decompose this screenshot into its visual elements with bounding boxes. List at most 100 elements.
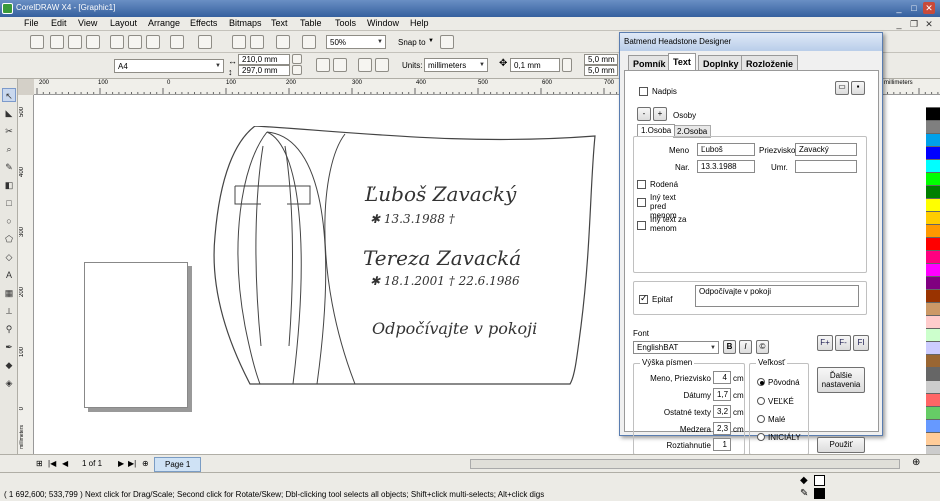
palette-swatch[interactable] [926,329,940,342]
doc-nav-icon[interactable]: ⊞ [36,459,43,468]
previous-page-icon[interactable]: ◀ [62,459,68,468]
nudge-distance-field[interactable]: 0,1 mm [510,58,560,72]
menu-help[interactable]: Help [410,18,429,28]
menu-file[interactable]: File [24,18,39,28]
copy-icon[interactable] [128,35,142,49]
velkost-male-radio[interactable] [757,415,765,423]
headstone-name-2[interactable]: Tereza Zavacká [363,246,521,270]
table-tool-icon[interactable]: ▦ [2,286,16,300]
text-tool-icon[interactable]: A [2,268,16,282]
tab-doplnky[interactable]: Doplnky [698,55,744,71]
headstone-epitaph[interactable]: Odpočívajte v pokoji [372,319,537,338]
print-icon[interactable] [86,35,100,49]
velkost-povodna-radio[interactable] [757,378,765,386]
palette-swatch[interactable] [926,355,940,368]
menu-text[interactable]: Text [271,18,288,28]
tab-osoba-1[interactable]: 1.Osoba [637,124,676,136]
palette-swatch[interactable] [926,186,940,199]
palette-swatch[interactable] [926,316,940,329]
add-page-icon[interactable]: ⊕ [142,459,149,468]
narodenie-input[interactable]: 13.3.1988 [697,160,755,173]
palette-swatch[interactable] [926,394,940,407]
landscape-icon[interactable] [333,58,347,72]
height-ostatne-input[interactable]: 3,2 [713,405,731,418]
units-select[interactable]: millimeters ▼ [424,58,488,72]
export-icon[interactable] [250,35,264,49]
horizontal-scrollbar[interactable] [470,459,900,469]
import-icon[interactable] [232,35,246,49]
doc-minimize-icon[interactable]: _ [893,18,905,30]
font-select[interactable]: EnglishBAT ▼ [633,341,719,354]
font-plus-icon[interactable]: F+ [817,335,833,351]
zoom-navigator-icon[interactable]: ⊕ [912,457,920,468]
meno-input[interactable]: Ľuboš [697,143,755,156]
palette-swatch[interactable] [926,121,940,134]
all-pages-icon[interactable] [358,58,372,72]
iny-text-pred-checkbox[interactable] [637,198,646,207]
font-reset-icon[interactable]: FI [853,335,869,351]
eyedropper-tool-icon[interactable]: ⚲ [2,322,16,336]
menu-arrange[interactable]: Arrange [148,18,180,28]
portrait-icon[interactable] [316,58,330,72]
fill-tool-icon[interactable]: ◆ [2,358,16,372]
doc-close-icon[interactable]: ✕ [923,18,935,30]
duplicate-distance-y-field[interactable]: 5,0 mm [584,65,618,76]
palette-swatch[interactable] [926,134,940,147]
doc-restore-icon[interactable]: ❐ [908,18,920,30]
pouzit-button[interactable]: Použiť [817,437,865,453]
palette-swatch[interactable] [926,420,940,433]
snap-to-dropdown[interactable]: Snap to [398,38,426,47]
epitaf-checkbox[interactable] [639,293,648,304]
roztiahnutie-input[interactable]: 1 [713,438,731,451]
medzera-input[interactable]: 2,3 [713,422,731,435]
vertical-ruler[interactable]: 500 400 300 200 100 0 millimeters [18,95,34,454]
palette-swatch[interactable] [926,199,940,212]
nadpis-checkbox[interactable] [639,87,648,96]
palette-swatch[interactable] [926,160,940,173]
welcome-screen-icon[interactable] [302,35,316,49]
duplicate-distance-x-field[interactable]: 5,0 mm [584,54,618,65]
fill-none-swatch[interactable] [814,475,825,486]
headstone-name-1[interactable]: Ľuboš Zavacký [365,182,516,206]
basic-shapes-tool-icon[interactable]: ◇ [2,250,16,264]
ellipse-tool-icon[interactable]: ○ [2,214,16,228]
palette-swatch[interactable] [926,290,940,303]
palette-swatch[interactable] [926,173,940,186]
save-icon[interactable] [68,35,82,49]
zoom-level-select[interactable]: 50% ▼ [326,35,386,49]
palette-swatch[interactable] [926,212,940,225]
page-1-tab[interactable]: Page 1 [154,457,202,472]
menu-bitmaps[interactable]: Bitmaps [229,18,262,28]
width-spinner[interactable] [292,54,302,64]
dalsie-nastavenia-button[interactable]: Ďalšie nastavenia [817,367,865,393]
options-icon[interactable] [440,35,454,49]
nudge-spinner[interactable] [562,58,572,72]
tab-text[interactable]: Text [668,53,696,71]
open-icon[interactable] [50,35,64,49]
page-height-field[interactable]: 297,0 mm [238,65,290,76]
open-folder-icon[interactable]: ▭ [835,81,849,95]
close-icon[interactable]: ✕ [923,2,935,14]
menu-window[interactable]: Window [367,18,399,28]
page-size-select[interactable]: A4 ▼ [114,59,224,73]
freehand-tool-icon[interactable]: ✎ [2,160,16,174]
page-border-rectangle[interactable] [84,262,188,408]
snap-to-chevron-icon[interactable]: ▼ [428,38,434,44]
outline-tool-icon[interactable]: ✒ [2,340,16,354]
interactive-fill-tool-icon[interactable]: ◈ [2,376,16,390]
next-page-icon[interactable]: ▶ [118,459,124,468]
bold-button[interactable]: B [723,340,736,354]
height-spinner[interactable] [292,65,302,75]
shape-tool-icon[interactable]: ◣ [2,106,16,120]
special-char-icon[interactable]: © [756,340,769,354]
zoom-tool-icon[interactable]: ⌕ [2,142,16,156]
current-page-icon[interactable] [375,58,389,72]
outline-color-swatch[interactable] [814,488,825,499]
redo-icon[interactable] [198,35,212,49]
maximize-icon[interactable]: □ [908,2,920,14]
velkost-velke-radio[interactable] [757,397,765,405]
menu-tools[interactable]: Tools [335,18,356,28]
remove-person-button[interactable]: - [637,107,651,121]
polygon-tool-icon[interactable]: ⬠ [2,232,16,246]
minimize-icon[interactable]: _ [893,2,905,14]
